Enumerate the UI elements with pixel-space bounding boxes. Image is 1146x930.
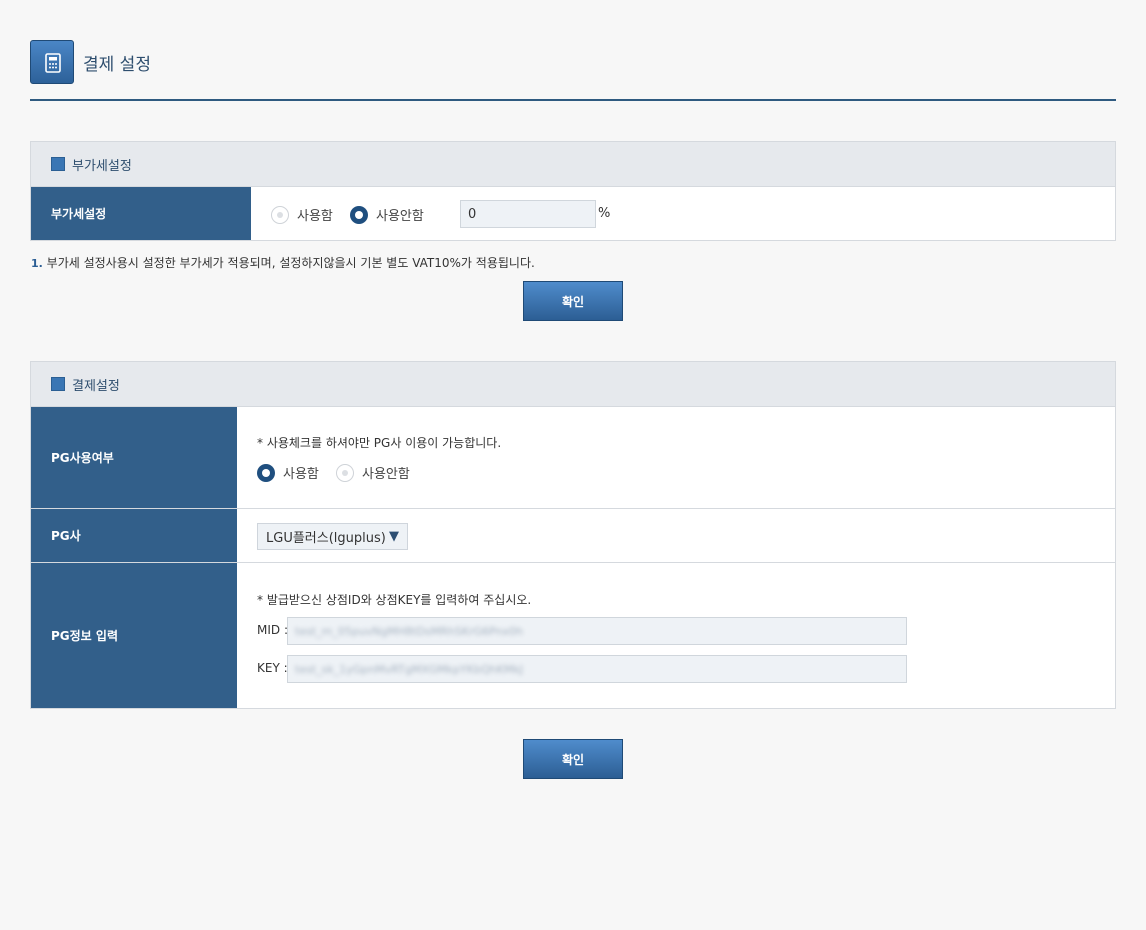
pg-company-row: PG사 LGU플러스(lguplus) ▼ [31,509,1115,563]
vat-row: 부가세설정 사용함 사용안함 % [31,187,1115,240]
calculator-icon [30,40,74,84]
radio-on-icon [257,463,275,482]
vat-confirm-button[interactable]: 확인 [523,281,623,321]
pg-company-select[interactable]: LGU플러스(lguplus) ▼ [257,523,408,550]
page-title: 결제 설정 [83,55,151,75]
page-header: 결제 설정 [30,40,1116,101]
payment-form-table: PG사용여부 * 사용체크를 하셔야만 PG사 이용이 가능합니다. 사용함 사… [30,406,1116,709]
pg-info-row: PG정보 입력 * 발급받으신 상점ID와 상점KEY를 입력하여 주십시오. … [31,563,1115,708]
vat-note-index: 1. [31,257,43,270]
radio-off-icon [336,463,354,482]
vat-radio-not-use[interactable]: 사용안함 [350,205,424,224]
pg-use-row: PG사용여부 * 사용체크를 하셔야만 PG사 이용이 가능합니다. 사용함 사… [31,407,1115,509]
mid-input[interactable]: test_m_05puvNgMH8tDsMRhSKrG6Pnx0h [287,617,907,645]
vat-note: 1. 부가세 설정사용시 설정한 부가세가 적용되며, 설정하지않을시 기본 별… [31,254,535,271]
pg-company-label: PG사 [31,509,237,562]
mid-label: MID : [257,623,288,637]
key-input[interactable]: test_sk_1yGpnMvRTgMXGMkpYKbQhKMkJ [287,655,907,683]
vat-rate-input[interactable] [460,200,596,228]
section-square-icon [51,157,65,171]
key-label: KEY : [257,661,288,675]
pg-radio-not-use-label: 사용안함 [362,467,410,482]
vat-radio-use-label: 사용함 [297,209,333,224]
vat-radio-not-use-label: 사용안함 [376,209,424,224]
pg-use-hint: * 사용체크를 하셔야만 PG사 이용이 가능합니다. [257,436,502,450]
vat-section-title: 부가세설정 [72,159,132,174]
key-value: test_sk_1yGpnMvRTgMXGMkpYKbQhKMkJ [295,662,524,676]
mid-value: test_m_05puvNgMH8tDsMRhSKrG6Pnx0h [295,624,524,638]
caret-down-icon: ▼ [389,529,399,544]
pg-company-selected: LGU플러스(lguplus) [266,531,386,546]
pg-info-hint: * 발급받으신 상점ID와 상점KEY를 입력하여 주십시오. [257,593,532,607]
vat-section-header: 부가세설정 [30,141,1116,187]
pg-radio-use-label: 사용함 [283,467,319,482]
payment-section-title: 결제설정 [72,379,120,394]
section-square-icon [51,377,65,391]
pg-radio-use[interactable]: 사용함 [257,463,319,482]
vat-radio-use[interactable]: 사용함 [271,205,333,224]
payment-confirm-button[interactable]: 확인 [523,739,623,779]
pg-use-label: PG사용여부 [31,407,237,508]
pg-info-label: PG정보 입력 [31,563,237,708]
vat-unit: % [598,206,611,221]
vat-form-table: 부가세설정 사용함 사용안함 % [30,186,1116,241]
pg-radio-not-use[interactable]: 사용안함 [336,463,410,482]
radio-off-icon [271,205,289,224]
radio-on-icon [350,205,368,224]
payment-section-header: 결제설정 [30,361,1116,407]
vat-row-label: 부가세설정 [31,187,251,240]
vat-note-text: 부가세 설정사용시 설정한 부가세가 적용되며, 설정하지않을시 기본 별도 V… [46,256,535,270]
